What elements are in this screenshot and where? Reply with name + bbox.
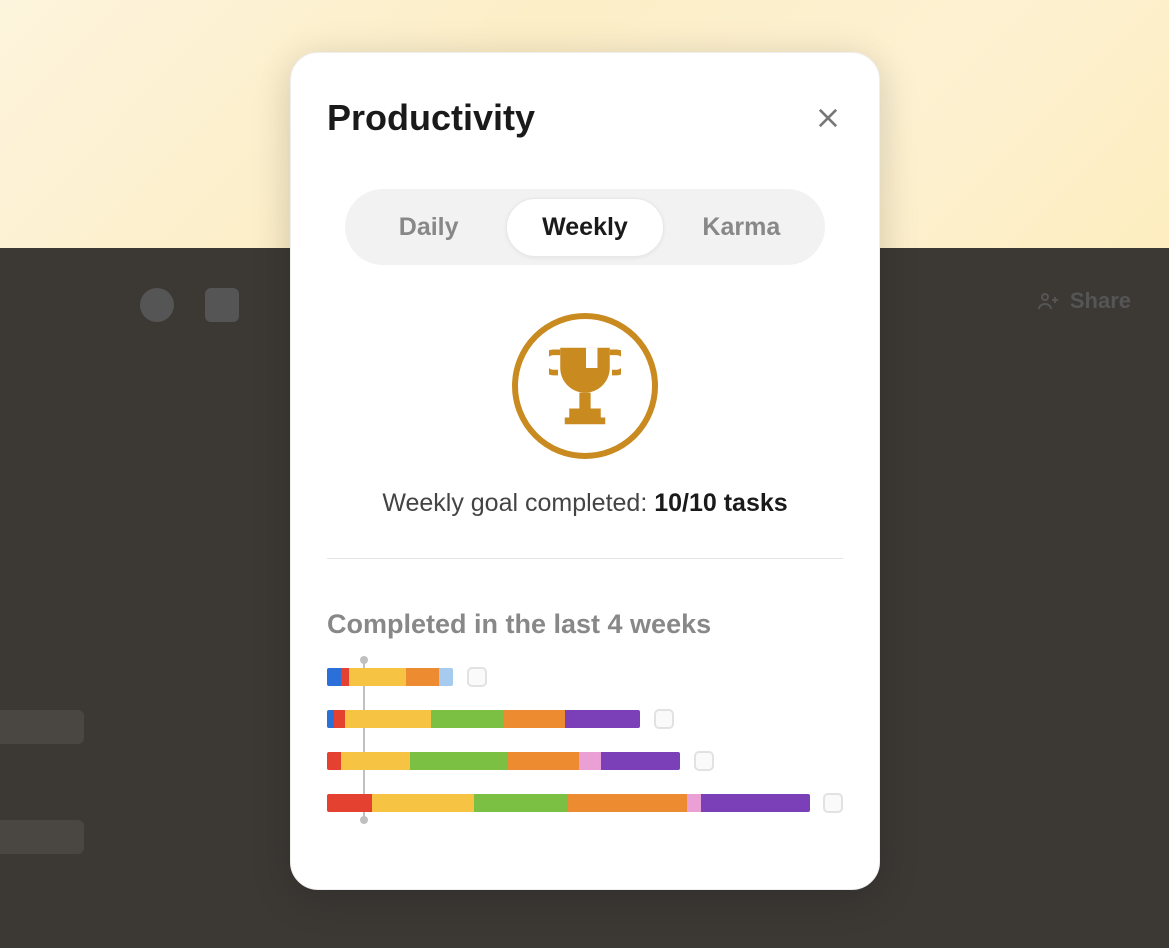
modal-title: Productivity (327, 97, 535, 139)
chart-segment (410, 752, 507, 770)
chart-segment (579, 752, 601, 770)
tab-bar: Daily Weekly Karma (345, 189, 825, 265)
toolbar-button (205, 288, 239, 322)
background-block (0, 710, 84, 744)
chart-segment (341, 668, 348, 686)
trophy-badge (512, 313, 658, 459)
chart-segment (334, 710, 345, 728)
chart-segment (431, 710, 503, 728)
tab-karma[interactable]: Karma (664, 199, 819, 256)
chart-segment (507, 752, 579, 770)
chart-segment (327, 752, 341, 770)
share-label: Share (1070, 288, 1131, 314)
avatar (140, 288, 174, 322)
chart-segment (474, 794, 568, 812)
trophy-icon (549, 343, 621, 429)
chart-segment (327, 794, 372, 812)
share-button: Share (1036, 288, 1131, 314)
close-icon (814, 104, 842, 132)
divider (327, 558, 843, 559)
chart-segment (406, 668, 438, 686)
chart-segment (701, 794, 809, 812)
tab-daily[interactable]: Daily (351, 199, 506, 256)
bar-info-box[interactable] (694, 751, 714, 771)
bar-info-box[interactable] (467, 667, 487, 687)
chart-bar-row[interactable] (327, 794, 843, 812)
chart-segment (349, 668, 407, 686)
chart-bar (327, 752, 680, 770)
chart-segment (687, 794, 701, 812)
share-icon (1036, 289, 1060, 313)
goal-value: 10/10 tasks (654, 489, 787, 517)
chart-segment (568, 794, 687, 812)
chart-segment (601, 752, 680, 770)
chart-segment (341, 752, 409, 770)
chart-bar-row[interactable] (327, 668, 843, 686)
chart-segment (327, 710, 334, 728)
goal-prefix: Weekly goal completed: (382, 489, 654, 517)
chart-bar-row[interactable] (327, 710, 843, 728)
chart-segment (503, 710, 564, 728)
chart-bar (327, 710, 640, 728)
background-block (0, 820, 84, 854)
goal-text: Weekly goal completed: 10/10 tasks (382, 489, 787, 518)
bar-info-box[interactable] (823, 793, 843, 813)
chart-segment (439, 668, 453, 686)
section-title: Completed in the last 4 weeks (327, 609, 843, 640)
chart-segment (345, 710, 431, 728)
productivity-modal: Productivity Daily Weekly Karma (290, 52, 880, 890)
chart-bar (327, 668, 453, 686)
close-button[interactable] (813, 103, 843, 133)
chart-segment (565, 710, 641, 728)
goal-summary: Weekly goal completed: 10/10 tasks (327, 313, 843, 518)
chart-segment (327, 668, 341, 686)
bar-info-box[interactable] (654, 709, 674, 729)
weekly-chart (327, 668, 843, 812)
chart-bar-row[interactable] (327, 752, 843, 770)
chart-bar (327, 794, 810, 812)
modal-header: Productivity (327, 97, 843, 139)
tab-weekly[interactable]: Weekly (506, 198, 663, 257)
app-background: Share Productivity Daily Weekly Karma (0, 0, 1169, 948)
chart-segment (372, 794, 473, 812)
